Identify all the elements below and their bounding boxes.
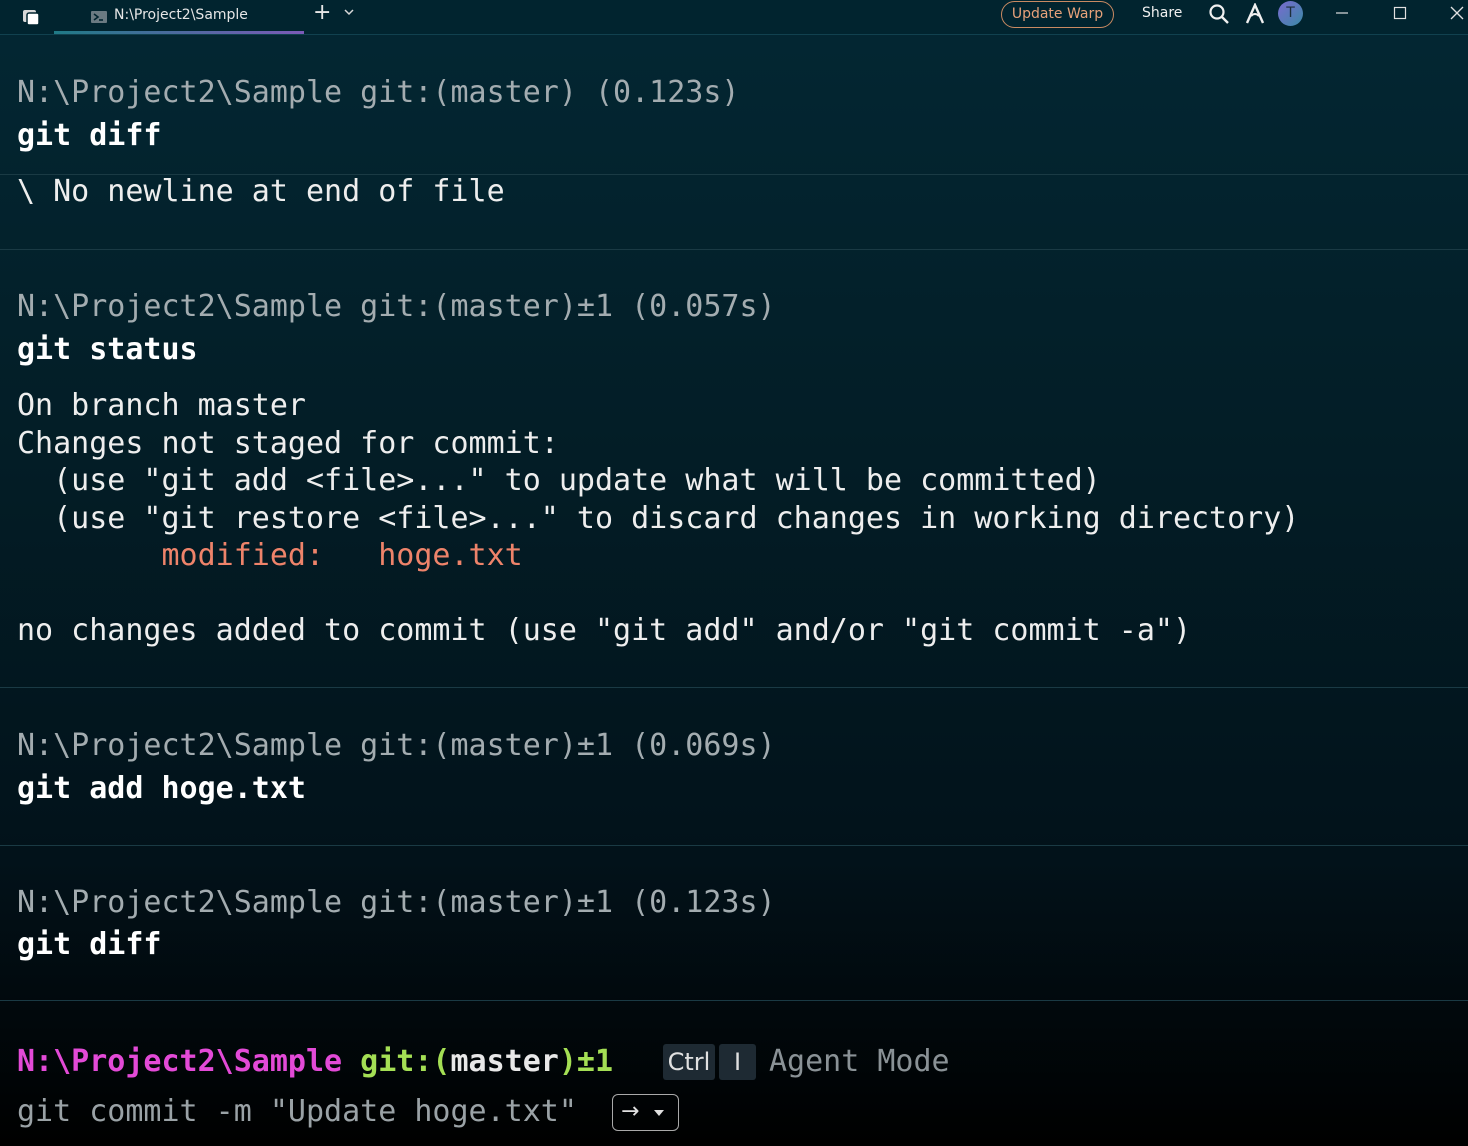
minimize-icon[interactable] [1333,4,1351,22]
maximize-icon[interactable] [1391,4,1409,22]
accept-suggestion-button[interactable]: → [612,1094,679,1131]
block-output-line: On branch master [17,388,306,423]
block-output-line: (use "git add <file>..." to update what … [17,463,1101,498]
block-output-line: no changes added to commit (use "git add… [17,613,1191,648]
avatar[interactable]: T [1278,1,1303,26]
update-warp-button[interactable]: Update Warp [1001,1,1114,28]
tab-active[interactable]: N:\Project2\Sample [54,0,304,34]
block-output-line: (use "git restore <file>..." to discard … [17,501,1300,536]
close-icon[interactable] [1448,4,1466,22]
warp-app-icon[interactable] [18,6,42,28]
block-output-line: Changes not staged for commit: [17,426,559,461]
prompt-path: N:\Project2\Sample [17,1044,343,1079]
caret-down-icon [654,1110,664,1116]
block-separator [0,249,1468,250]
title-bar: N:\Project2\Sample + Update Warp Share T [0,0,1468,35]
modified-file-line: modified: hoge.txt [17,538,523,573]
tab-title: N:\Project2\Sample [114,7,248,23]
prompt-branch: master [450,1044,559,1079]
block-prompt: N:\Project2\Sample git:(master) (0.123s) [17,75,740,110]
i-key-hint: I [719,1044,756,1080]
prompt-git-close: )±1 [558,1044,614,1079]
share-button[interactable]: Share [1142,5,1182,21]
new-tab-button[interactable]: + [313,2,331,24]
prompt-git-open: git:( [360,1044,451,1079]
chevron-down-icon[interactable] [341,4,357,20]
block-command: git diff [17,118,162,153]
terminal-tab-icon [91,11,107,23]
block-separator [0,845,1468,846]
search-icon[interactable] [1208,3,1230,25]
command-input-suggestion[interactable]: git commit -m "Update hoge.txt" [17,1093,577,1131]
ctrl-key-hint: Ctrl [663,1044,715,1080]
block-prompt: N:\Project2\Sample git:(master)±1 (0.123… [17,885,776,920]
block-separator [0,687,1468,688]
block-command: git status [17,332,198,367]
prompt-line: N:\Project2\Sample git:(master)±1 [17,1043,613,1081]
block-separator [0,1000,1468,1001]
block-command: git add hoge.txt [17,771,306,806]
ai-agent-icon[interactable] [1245,3,1265,25]
block-command: git diff [17,927,162,962]
agent-mode-hint[interactable]: Agent Mode [769,1043,950,1081]
arrow-right-icon: → [621,1099,640,1124]
block-prompt: N:\Project2\Sample git:(master)±1 (0.057… [17,289,776,324]
block-output-line: \ No newline at end of file [17,174,505,209]
block-prompt: N:\Project2\Sample git:(master)±1 (0.069… [17,728,776,763]
